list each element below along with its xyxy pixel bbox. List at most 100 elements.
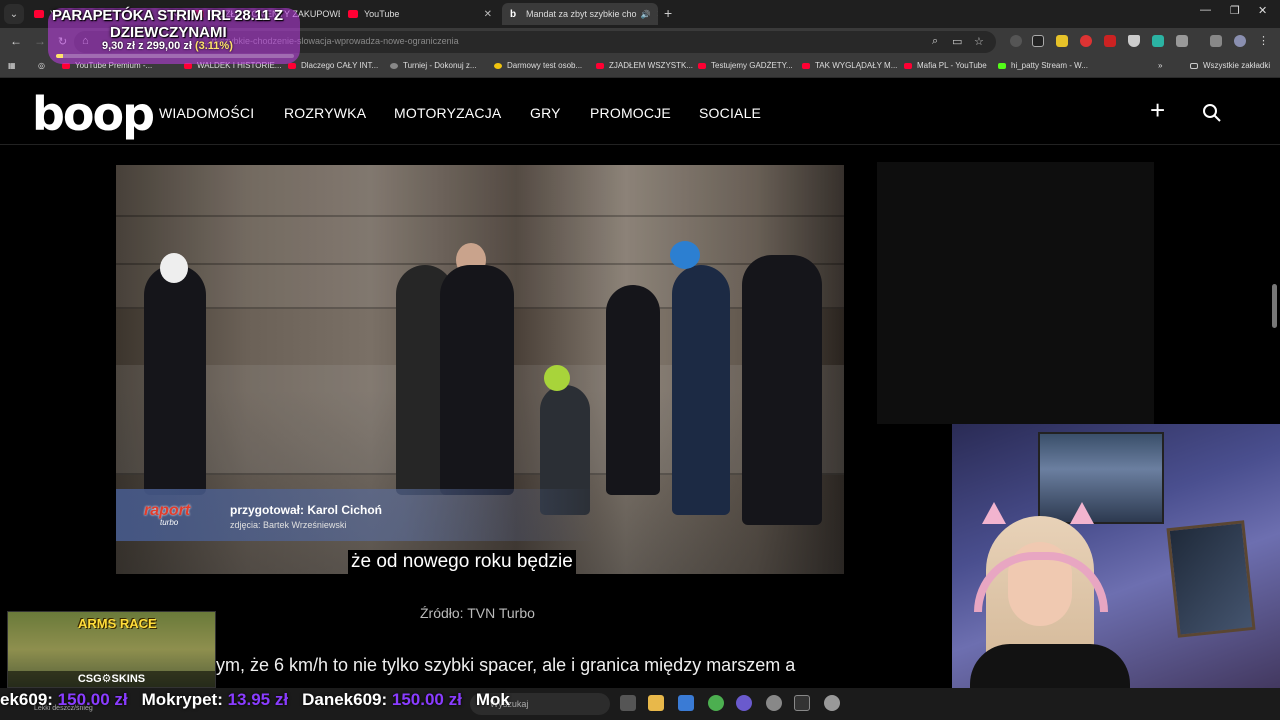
extension-icon[interactable] — [1104, 35, 1116, 47]
youtube-icon — [698, 62, 706, 69]
extension-icon[interactable] — [1032, 35, 1044, 47]
shield-icon[interactable] — [1128, 35, 1140, 47]
kebab-menu-icon[interactable]: ⋮ — [1258, 35, 1270, 47]
sponsor-banner: ARMS RACE CSG⚙SKINS — [7, 611, 216, 688]
pedestrian — [144, 265, 206, 495]
sponsor-title: ARMS RACE — [78, 616, 157, 631]
stream-subtitle: DZIEWCZYNAMI — [110, 24, 227, 41]
youtube-icon — [348, 10, 358, 18]
page-scrollbar[interactable] — [1272, 284, 1277, 328]
folder-icon — [1190, 62, 1198, 69]
bookmark-folder-icon[interactable]: ◎ — [38, 61, 45, 70]
webcam-feed — [952, 424, 1280, 720]
screen: ⌄ Y ✕ NIEZŁE MOMENTY ZAKUPOWE: 2 ✕ YouTu… — [0, 0, 1280, 720]
pedestrian — [606, 285, 660, 495]
window-close-icon[interactable]: ✕ — [1258, 4, 1267, 17]
youtube-icon — [904, 62, 912, 69]
goal-progress-text: 9,30 zł z 299,00 zł (3.11%) — [102, 40, 233, 52]
terminal-icon[interactable] — [794, 695, 810, 711]
chevron-right-icon[interactable]: » — [1158, 61, 1162, 70]
tab-youtube-3[interactable]: YouTube ✕ — [340, 3, 500, 25]
bookmark-item[interactable]: Darmowy test osob... — [494, 61, 582, 70]
extension-icon[interactable] — [1080, 35, 1092, 47]
bookmark-item[interactable]: Turniej - Dokonuj z... — [390, 61, 477, 70]
task-view-icon[interactable] — [620, 695, 636, 711]
extension-icon[interactable] — [1152, 35, 1164, 47]
chrome-icon[interactable] — [708, 695, 724, 711]
wall-stone — [116, 165, 844, 217]
article-paragraph: ym, że 6 km/h to nie tylko szybki spacer… — [216, 655, 796, 675]
nav-gry[interactable]: GRY — [530, 105, 561, 121]
speaker-icon[interactable]: 🔊 — [641, 10, 651, 19]
tab-title: YouTube — [364, 9, 400, 19]
bookmark-star-icon[interactable]: ☆ — [974, 35, 984, 48]
cast-icon[interactable]: ▭ — [952, 35, 962, 48]
puzzle-icon[interactable] — [1176, 35, 1188, 47]
extension-icon[interactable] — [1056, 35, 1068, 47]
pedestrian — [672, 265, 730, 515]
media-icon[interactable] — [1210, 35, 1222, 47]
stream-title: PARAPETÓKA STRIM IRL 28.11 Z — [52, 7, 283, 24]
obs-icon[interactable] — [736, 695, 752, 711]
apps-icon[interactable]: ▦ — [8, 61, 16, 70]
easel-canvas — [1166, 520, 1256, 638]
youtube-icon — [596, 62, 604, 69]
bookmark-item[interactable]: Mafia PL - YouTube — [904, 61, 987, 70]
back-icon[interactable]: ← — [10, 34, 22, 48]
nav-promocje[interactable]: PROMOCJE — [590, 105, 671, 121]
site-header: boop WIADOMOŚCI ROZRYWKA MOTORYZACJA GRY… — [0, 79, 1280, 145]
bookmark-label: Darmowy test osob... — [507, 61, 583, 70]
nav-sociale[interactable]: SOCIALE — [699, 105, 761, 121]
donation-amount: 150.00 zł — [391, 690, 462, 709]
child-head — [544, 365, 570, 391]
new-tab-icon[interactable]: + — [664, 5, 672, 21]
forward-icon[interactable]: → — [34, 34, 46, 48]
pedestrian-head — [160, 253, 188, 283]
bookmark-item[interactable]: hi_patty Stream - W... — [998, 61, 1088, 70]
wall-painting — [1038, 432, 1164, 524]
sponsor-brand: CSG⚙SKINS — [8, 671, 215, 687]
pedestrian — [440, 265, 514, 495]
tab-title: Mandat za zbyt szybkie cho — [526, 9, 637, 19]
avatar[interactable] — [1234, 35, 1246, 47]
video-caption: Źródło: TVN Turbo — [420, 605, 535, 621]
search-icon[interactable] — [1202, 103, 1222, 123]
video-player[interactable]: raport turbo przygotował: Karol Cichoń z… — [116, 165, 844, 574]
tab-active-article[interactable]: b Mandat za zbyt szybkie cho 🔊 ✕ — [502, 3, 658, 25]
globe-icon — [390, 62, 398, 69]
file-explorer-icon[interactable] — [648, 695, 664, 711]
nav-wiadomosci[interactable]: WIADOMOŚCI — [159, 105, 254, 121]
minimize-icon[interactable]: — — [1200, 4, 1211, 16]
ticker-entry: Mokrypet: 13.95 zł — [142, 690, 288, 714]
kick-icon — [998, 62, 1006, 69]
extension-icon[interactable] — [1010, 35, 1022, 47]
site-logo[interactable]: boop — [32, 87, 155, 141]
video-credit-author: przygotował: Karol Cichoń — [230, 503, 383, 517]
bookmark-label: Mafia PL - YouTube — [917, 61, 987, 70]
store-icon[interactable] — [678, 695, 694, 711]
nav-rozrywka[interactable]: ROZRYWKA — [284, 105, 366, 121]
goal-progress-bar — [56, 54, 294, 58]
tab-search-chevron-icon[interactable]: ⌄ — [4, 4, 24, 24]
all-bookmarks[interactable]: Wszystkie zakładki — [1190, 61, 1270, 70]
donation-amount: 150.00 zł — [57, 690, 128, 709]
bookmark-item[interactable]: Dlaczego CAŁY INT... — [288, 61, 378, 70]
zoom-icon[interactable]: ⌕ — [932, 35, 938, 48]
donor-name: Mok — [475, 690, 510, 709]
close-icon[interactable]: ✕ — [478, 9, 492, 20]
donor-name: Mokrypet: — [141, 690, 223, 709]
app-icon[interactable] — [766, 695, 782, 711]
close-icon[interactable]: ✕ — [651, 9, 658, 20]
bookmark-item[interactable]: ZJADŁEM WSZYSTK... — [596, 61, 693, 70]
bookmark-item[interactable]: Testujemy GADŻETY... — [698, 61, 793, 70]
ticker-entry: Mok — [476, 690, 510, 714]
donation-amount: 13.95 zł — [227, 690, 289, 709]
plus-icon[interactable]: + — [1150, 95, 1165, 126]
turbo-logo: turbo — [160, 518, 179, 527]
youtube-icon — [802, 62, 810, 69]
settings-icon[interactable] — [824, 695, 840, 711]
ticker-entry: ek609: 150.00 zł — [0, 690, 128, 714]
bookmark-item[interactable]: TAK WYGLĄDAŁY M... — [802, 61, 897, 70]
maximize-icon[interactable]: ❐ — [1230, 4, 1240, 17]
nav-motoryzacja[interactable]: MOTORYZACJA — [394, 105, 501, 121]
